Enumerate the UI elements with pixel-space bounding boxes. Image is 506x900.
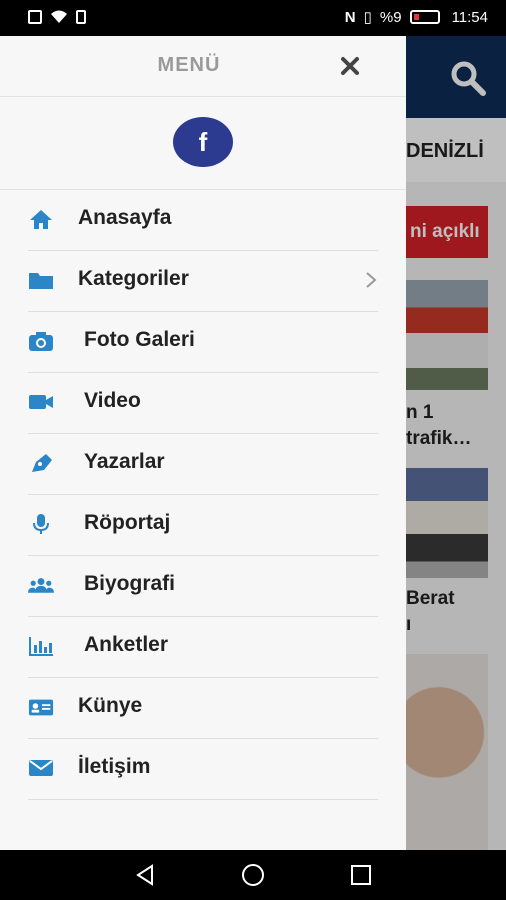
microphone-icon [33,514,49,534]
social-links: f [0,97,406,190]
menu-item-label: Foto Galeri [84,328,195,351]
menu-item-anasayfa[interactable]: Anasayfa [28,190,378,251]
folder-icon [29,273,53,289]
back-icon[interactable] [132,862,158,888]
camera-icon [29,332,53,351]
menu-item-label: Künye [78,694,143,717]
id-card-icon [28,699,54,716]
vibrate-icon: ▯ [363,9,372,26]
wifi-icon [51,10,67,23]
menu-item-iletisim[interactable]: İletişim [28,739,378,800]
facebook-icon: f [198,127,208,157]
users-icon [28,578,54,593]
app-screen: DENİZLİ ni açıklı n 1 trafik… Berat ı ME… [0,36,506,850]
recents-icon[interactable] [348,862,374,888]
menu-item-label: İletişim [78,755,151,778]
bar-chart-icon [29,637,53,656]
menu-item-kunye[interactable]: Künye [28,678,378,739]
menu-item-foto-galeri[interactable]: Foto Galeri [28,312,378,373]
menu-item-anketler[interactable]: Anketler [28,617,378,678]
system-navigation-bar [0,850,506,900]
battery-saver-icon [76,10,86,24]
clock: 11:54 [451,8,488,26]
notification-icon [28,10,42,24]
chevron-right-icon [366,272,377,288]
facebook-button[interactable]: f [173,117,233,167]
menu-list: Anasayfa Kategoriler Foto Galeri Video Y… [28,190,378,800]
menu-item-label: Anketler [84,633,169,656]
menu-item-label: Anasayfa [78,206,172,229]
menu-item-label: Kategoriler [78,267,189,290]
pen-icon [32,454,52,472]
nfc-icon: N [344,8,356,26]
menu-item-kategoriler[interactable]: Kategoriler [28,251,378,312]
envelope-icon [29,760,53,776]
menu-item-label: Yazarlar [84,450,165,473]
status-bar: N ▯ %9 11:54 [0,0,506,36]
menu-item-roportaj[interactable]: Röportaj [28,495,378,556]
menu-item-biyografi[interactable]: Biyografi [28,556,378,617]
close-button[interactable] [336,52,364,80]
menu-item-label: Video [84,389,141,412]
menu-item-video[interactable]: Video [28,373,378,434]
home-icon [30,210,52,229]
drawer-header: MENÜ [0,36,406,97]
drawer-title: MENÜ [157,54,221,76]
video-camera-icon [29,395,53,409]
navigation-drawer: MENÜ f Anasayfa Kategoriler Foto Galeri … [0,36,406,850]
menu-item-label: Röportaj [84,511,171,534]
menu-item-label: Biyografi [84,572,176,595]
battery-icon [409,10,440,24]
battery-percent: %9 [379,8,402,26]
home-button-icon[interactable] [240,862,266,888]
close-icon [341,57,359,75]
menu-item-yazarlar[interactable]: Yazarlar [28,434,378,495]
